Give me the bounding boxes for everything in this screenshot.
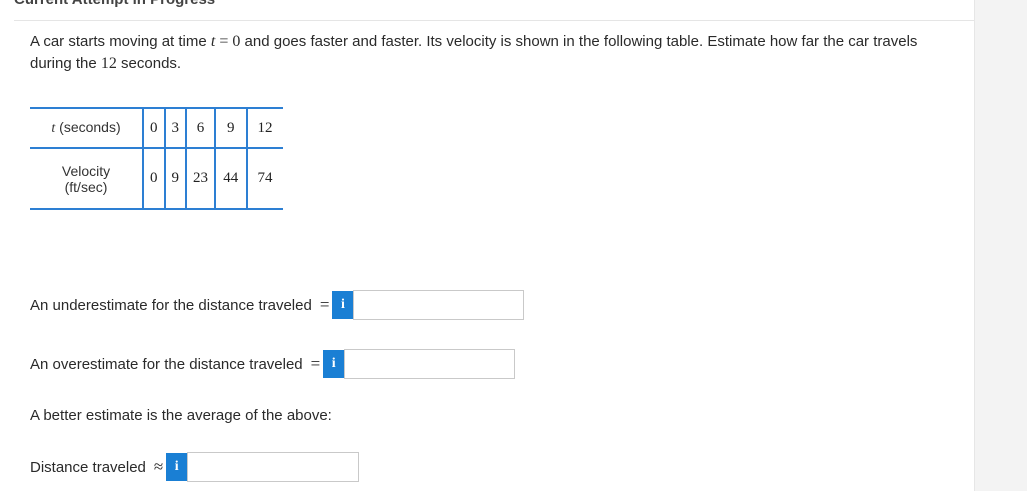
better-estimate-text: A better estimate is the average of the …: [30, 407, 332, 424]
attempt-status: Current Attempt in Progress: [14, 0, 215, 8]
time-cell: 0: [142, 107, 166, 149]
info-icon[interactable]: i: [332, 291, 354, 319]
time-row-header: t (seconds): [30, 107, 144, 149]
distance-label: Distance traveled: [30, 458, 146, 476]
equals-sign: =: [310, 354, 321, 373]
underestimate-input[interactable]: [353, 290, 525, 320]
problem-text-part3: seconds.: [116, 55, 182, 72]
time-cell: 3: [163, 107, 187, 149]
right-panel-edge: [974, 0, 1027, 491]
overestimate-label: An overestimate for the distance travele…: [30, 355, 303, 373]
distance-row: Distance traveled ≈ i: [30, 452, 360, 482]
time-row: t (seconds) 0 3 6 9 12: [30, 107, 283, 149]
problem-statement: A car starts moving at time t = 0 and go…: [30, 31, 930, 75]
overestimate-input[interactable]: [344, 349, 516, 379]
approx-sign: ≈: [153, 457, 164, 476]
overestimate-row: An overestimate for the distance travele…: [30, 349, 516, 379]
time-cell: 6: [185, 107, 216, 149]
header-divider: [14, 20, 975, 21]
info-icon[interactable]: i: [323, 350, 345, 378]
velocity-row-header: Velocity (ft/sec): [30, 148, 144, 210]
velocity-row: Velocity (ft/sec) 0 9 23 44 74: [30, 148, 283, 210]
velocity-cell: 44: [214, 148, 248, 210]
time-cell: 12: [245, 107, 283, 149]
problem-text-part1: A car starts moving at time: [30, 33, 211, 50]
equals-sign: =: [319, 295, 330, 314]
velocity-cell: 23: [185, 148, 216, 210]
velocity-cell: 74: [245, 148, 283, 210]
velocity-unit: (ft/sec): [64, 178, 108, 195]
underestimate-label: An underestimate for the distance travel…: [30, 296, 312, 314]
velocity-cell: 9: [163, 148, 187, 210]
velocity-label: Velocity: [61, 162, 111, 179]
time-cell: 9: [214, 107, 248, 149]
problem-num-12: 12: [100, 55, 117, 72]
velocity-cell: 0: [142, 148, 166, 210]
underestimate-row: An underestimate for the distance travel…: [30, 290, 525, 320]
distance-input[interactable]: [187, 452, 360, 482]
time-row-unit: (seconds): [55, 119, 121, 135]
velocity-table: t (seconds) 0 3 6 9 12 Velocity (ft/sec) …: [30, 107, 283, 210]
info-icon[interactable]: i: [166, 453, 188, 481]
problem-equals-zero: = 0: [215, 33, 241, 50]
